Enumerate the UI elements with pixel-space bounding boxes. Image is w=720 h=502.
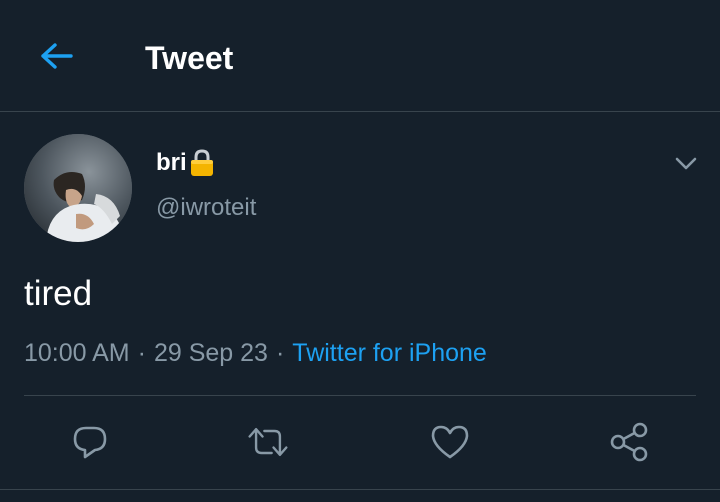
- tweet-time: 10:00 AM: [24, 339, 130, 367]
- lock-icon: [189, 148, 215, 178]
- heart-icon: [431, 425, 469, 459]
- reply-icon: [73, 426, 107, 459]
- tweet-source-link[interactable]: Twitter for iPhone: [292, 339, 487, 367]
- divider: [24, 395, 696, 396]
- avatar-photo: [24, 134, 132, 242]
- tweet-screen: Tweet bri @iwroteit tired 10:00 AM · 29 …: [0, 0, 720, 502]
- author-handle[interactable]: @iwroteit: [156, 192, 256, 224]
- avatar[interactable]: [24, 134, 132, 242]
- app-header: Tweet: [0, 0, 720, 112]
- page-title: Tweet: [145, 40, 234, 76]
- more-options-button[interactable]: [668, 148, 704, 180]
- tweet-meta: 10:00 AM · 29 Sep 23 · Twitter for iPhone: [24, 336, 487, 370]
- tweet-date: 29 Sep 23: [153, 339, 268, 367]
- meta-separator: ·: [137, 339, 146, 367]
- retweet-icon: [248, 427, 288, 457]
- share-icon: [610, 422, 648, 462]
- reply-button[interactable]: [68, 420, 112, 464]
- display-name[interactable]: bri: [156, 146, 187, 180]
- back-button[interactable]: [30, 34, 82, 78]
- arrow-left-icon: [41, 43, 73, 69]
- bottom-divider: [0, 489, 720, 490]
- meta-separator: ·: [275, 339, 285, 367]
- retweet-button[interactable]: [246, 420, 290, 464]
- like-button[interactable]: [428, 420, 472, 464]
- tweet-text: tired: [24, 274, 93, 313]
- author-name-row[interactable]: bri: [156, 146, 215, 180]
- share-button[interactable]: [608, 420, 652, 464]
- chevron-down-icon: [675, 157, 697, 170]
